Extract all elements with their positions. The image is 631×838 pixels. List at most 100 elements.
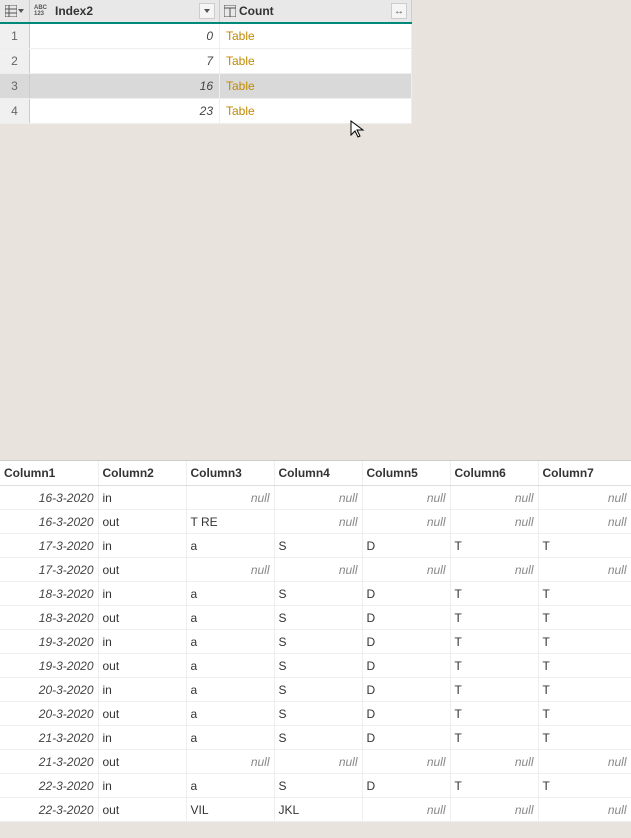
preview-cell[interactable]: T [538, 678, 631, 702]
preview-cell[interactable]: a [186, 534, 274, 558]
preview-cell[interactable]: T [450, 582, 538, 606]
preview-cell[interactable]: null [450, 486, 538, 510]
preview-cell[interactable]: a [186, 582, 274, 606]
preview-row[interactable]: 19-3-2020inaSDTT [0, 630, 631, 654]
preview-cell[interactable]: in [98, 726, 186, 750]
preview-cell[interactable]: null [362, 750, 450, 774]
preview-cell[interactable]: null [362, 486, 450, 510]
table-row[interactable]: 10Table [0, 24, 412, 49]
row-index-header[interactable] [0, 0, 30, 22]
preview-cell[interactable]: S [274, 630, 362, 654]
preview-cell[interactable]: S [274, 726, 362, 750]
preview-cell[interactable]: T [538, 534, 631, 558]
preview-cell[interactable]: 17-3-2020 [0, 558, 98, 582]
preview-cell[interactable]: T RE [186, 510, 274, 534]
preview-cell[interactable]: out [98, 558, 186, 582]
preview-cell[interactable]: 22-3-2020 [0, 798, 98, 822]
preview-column-header[interactable]: Column2 [98, 461, 186, 486]
preview-row[interactable]: 16-3-2020outT REnullnullnullnull [0, 510, 631, 534]
preview-cell[interactable]: a [186, 702, 274, 726]
preview-cell[interactable]: out [98, 798, 186, 822]
preview-column-header[interactable]: Column3 [186, 461, 274, 486]
preview-cell[interactable]: D [362, 630, 450, 654]
preview-cell[interactable]: null [274, 486, 362, 510]
preview-cell[interactable]: a [186, 654, 274, 678]
preview-cell[interactable]: T [538, 726, 631, 750]
preview-cell[interactable]: in [98, 630, 186, 654]
preview-cell[interactable]: null [450, 798, 538, 822]
preview-cell[interactable]: VIL [186, 798, 274, 822]
preview-cell[interactable]: T [450, 702, 538, 726]
preview-cell[interactable]: T [450, 630, 538, 654]
preview-cell[interactable]: 16-3-2020 [0, 510, 98, 534]
preview-column-header[interactable]: Column7 [538, 461, 631, 486]
preview-cell[interactable]: D [362, 582, 450, 606]
cell-index2[interactable]: 7 [30, 49, 220, 73]
preview-cell[interactable]: S [274, 702, 362, 726]
preview-cell[interactable]: D [362, 702, 450, 726]
preview-cell[interactable]: 21-3-2020 [0, 750, 98, 774]
preview-cell[interactable]: null [362, 510, 450, 534]
preview-cell[interactable]: 16-3-2020 [0, 486, 98, 510]
preview-row[interactable]: 18-3-2020outaSDTT [0, 606, 631, 630]
table-row[interactable]: 423Table [0, 99, 412, 124]
preview-cell[interactable]: a [186, 630, 274, 654]
preview-cell[interactable]: out [98, 750, 186, 774]
preview-cell[interactable]: 22-3-2020 [0, 774, 98, 798]
preview-cell[interactable]: null [538, 798, 631, 822]
preview-cell[interactable]: null [538, 750, 631, 774]
preview-row[interactable]: 21-3-2020outnullnullnullnullnull [0, 750, 631, 774]
cell-count-table-link[interactable]: Table [220, 74, 412, 98]
preview-cell[interactable]: null [274, 558, 362, 582]
preview-cell[interactable]: D [362, 726, 450, 750]
preview-cell[interactable]: null [186, 750, 274, 774]
preview-cell[interactable]: 21-3-2020 [0, 726, 98, 750]
preview-cell[interactable]: D [362, 606, 450, 630]
table-row[interactable]: 316Table [0, 74, 412, 99]
preview-cell[interactable]: T [538, 702, 631, 726]
preview-cell[interactable]: a [186, 726, 274, 750]
preview-cell[interactable]: T [538, 654, 631, 678]
preview-cell[interactable]: null [450, 510, 538, 534]
preview-cell[interactable]: in [98, 582, 186, 606]
preview-row[interactable]: 22-3-2020outVILJKLnullnullnull [0, 798, 631, 822]
preview-cell[interactable]: T [538, 606, 631, 630]
preview-cell[interactable]: T [450, 534, 538, 558]
preview-cell[interactable]: D [362, 678, 450, 702]
preview-cell[interactable]: in [98, 678, 186, 702]
column-header-count[interactable]: Count ↔ [220, 0, 412, 22]
preview-cell[interactable]: null [186, 486, 274, 510]
preview-cell[interactable]: out [98, 606, 186, 630]
preview-cell[interactable]: T [450, 654, 538, 678]
preview-cell[interactable]: S [274, 654, 362, 678]
preview-cell[interactable]: null [274, 510, 362, 534]
preview-cell[interactable]: null [274, 750, 362, 774]
expand-button-count[interactable]: ↔ [391, 3, 407, 19]
preview-row[interactable]: 17-3-2020outnullnullnullnullnull [0, 558, 631, 582]
preview-cell[interactable]: null [362, 558, 450, 582]
preview-cell[interactable]: T [450, 726, 538, 750]
row-index-cell[interactable]: 4 [0, 99, 30, 123]
filter-button-index2[interactable] [199, 3, 215, 19]
preview-cell[interactable]: in [98, 486, 186, 510]
preview-cell[interactable]: 18-3-2020 [0, 582, 98, 606]
preview-row[interactable]: 19-3-2020outaSDTT [0, 654, 631, 678]
preview-cell[interactable]: S [274, 678, 362, 702]
preview-column-header[interactable]: Column1 [0, 461, 98, 486]
cell-index2[interactable]: 23 [30, 99, 220, 123]
column-header-index2[interactable]: ABC 123 Index2 [30, 0, 220, 22]
cell-index2[interactable]: 16 [30, 74, 220, 98]
preview-row[interactable]: 21-3-2020inaSDTT [0, 726, 631, 750]
preview-cell[interactable]: S [274, 774, 362, 798]
preview-cell[interactable]: a [186, 678, 274, 702]
preview-cell[interactable]: T [538, 582, 631, 606]
preview-cell[interactable]: 20-3-2020 [0, 678, 98, 702]
preview-cell[interactable]: T [450, 606, 538, 630]
preview-cell[interactable]: null [186, 558, 274, 582]
preview-cell[interactable]: D [362, 534, 450, 558]
preview-row[interactable]: 17-3-2020inaSDTT [0, 534, 631, 558]
table-row[interactable]: 27Table [0, 49, 412, 74]
preview-cell[interactable]: in [98, 534, 186, 558]
preview-cell[interactable]: null [362, 798, 450, 822]
cell-count-table-link[interactable]: Table [220, 24, 412, 48]
